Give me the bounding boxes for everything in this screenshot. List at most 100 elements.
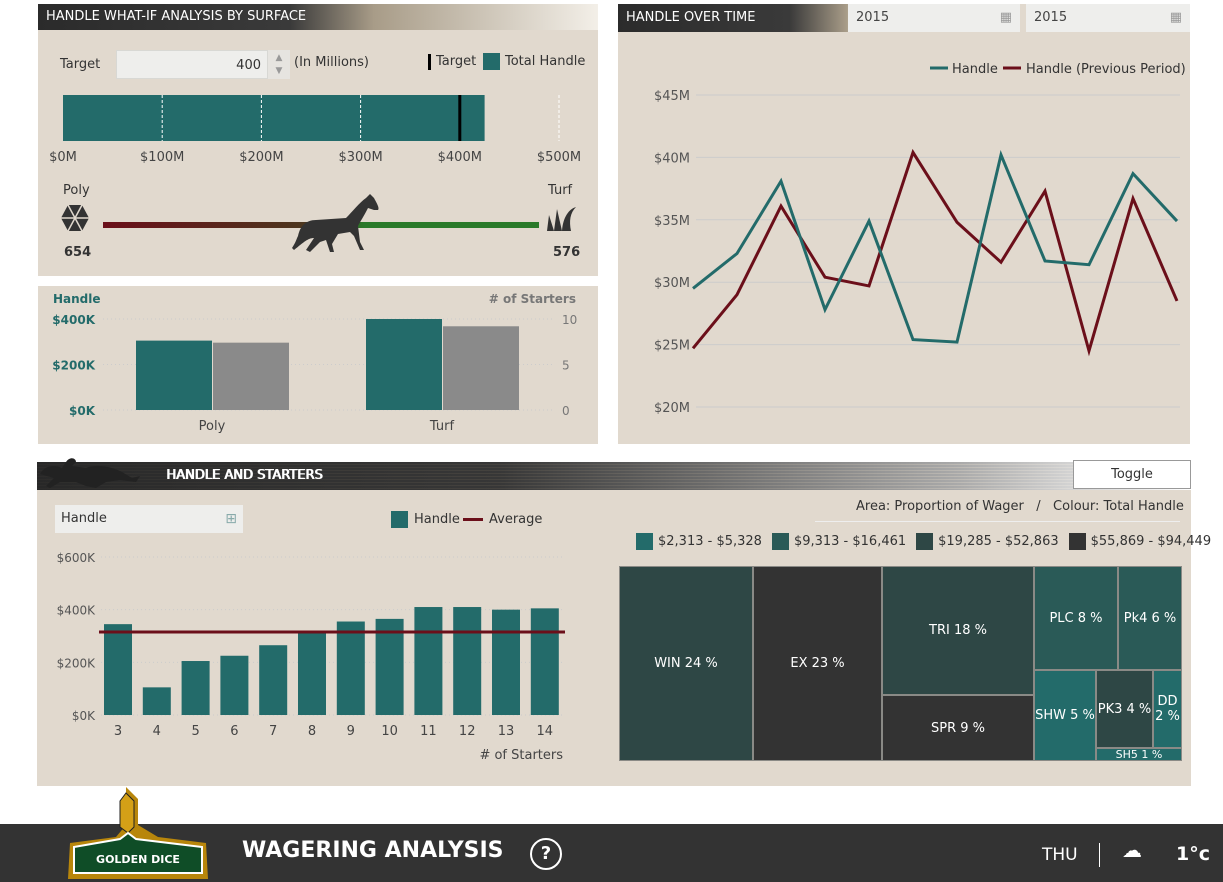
tick-label: $100M bbox=[140, 150, 184, 165]
app-title: WAGERING ANALYSIS bbox=[242, 838, 504, 863]
date-from: 2015 bbox=[856, 10, 890, 25]
starters-bar-chart: $600K $400K $200K $0K 3 4 5 6 7 8 9 10 11 12 13 14 # of … bbox=[57, 551, 565, 763]
handle-line bbox=[692, 150, 1179, 344]
treemap-legend: $2,313 - $5,328 $9,313 - $16,461 $19,285 -… bbox=[636, 533, 1211, 550]
legend-item: $2,313 - $5,328 bbox=[636, 533, 762, 550]
tick-label: 5 bbox=[562, 359, 570, 373]
treemap: WIN 24 % EX 23 % TRI 18 % SPR 9 % PLC 8 % Pk4… bbox=[619, 566, 1182, 761]
bar bbox=[142, 687, 171, 715]
tick-label: $35M bbox=[654, 214, 690, 229]
treemap-cell[interactable]: Pk4 6 % bbox=[1118, 566, 1182, 670]
toggle-button[interactable]: Toggle bbox=[1073, 460, 1191, 489]
starters-bar bbox=[213, 342, 289, 410]
horse-icon[interactable] bbox=[290, 192, 382, 256]
category-label: 10 bbox=[381, 724, 398, 739]
tick-label: $600K bbox=[57, 551, 97, 565]
bar bbox=[104, 624, 132, 715]
tick-label: $25M bbox=[654, 339, 690, 354]
treemap-cell[interactable]: WIN 24 % bbox=[619, 566, 753, 761]
legend-target-mark bbox=[428, 54, 431, 70]
target-spinner[interactable]: ▲ ▼ bbox=[268, 50, 290, 79]
poly-hexagon-icon bbox=[61, 204, 89, 232]
legend-handle: Handle bbox=[414, 512, 460, 527]
golden-dice-logo: GOLDEN DICE bbox=[68, 787, 208, 879]
bullet-chart: $0M $100M $200M $300M $400M $500M bbox=[49, 95, 581, 165]
category-label: 5 bbox=[191, 724, 199, 739]
treemap-cell[interactable]: EX 23 % bbox=[753, 566, 882, 761]
target-marker bbox=[458, 95, 462, 141]
bar bbox=[259, 645, 288, 715]
tick-label: $20M bbox=[654, 401, 690, 416]
tick-label: $400M bbox=[438, 150, 482, 165]
legend-handle-swatch bbox=[391, 511, 408, 528]
temperature: 1°c bbox=[1176, 843, 1210, 865]
bar bbox=[220, 655, 249, 715]
tick-label: $0K bbox=[69, 404, 96, 418]
date-from-input[interactable]: 2015 ▦ bbox=[848, 4, 1020, 32]
target-input[interactable]: 400 bbox=[116, 50, 268, 79]
legend-average-swatch bbox=[463, 518, 483, 521]
treemap-cell[interactable]: DD 2 % bbox=[1153, 670, 1182, 748]
help-button[interactable]: ? bbox=[530, 838, 562, 870]
legend-swatch bbox=[771, 533, 789, 550]
hierarchy-icon: ⊞ bbox=[225, 511, 237, 527]
treemap-cell[interactable]: TRI 18 % bbox=[882, 566, 1034, 695]
measure-value: Handle bbox=[61, 511, 107, 526]
previous-period-line bbox=[691, 148, 1179, 357]
legend-item: $55,869 - $94,449 bbox=[1068, 533, 1211, 550]
tick-label: $40M bbox=[654, 151, 690, 166]
legend-label: Handle (Previous Period) bbox=[1026, 62, 1186, 77]
treemap-caption: Area: Proportion of Wager / Colour: Tota… bbox=[856, 499, 1184, 514]
turf-grass-icon bbox=[547, 207, 576, 231]
category-label: 14 bbox=[537, 724, 554, 739]
category-label: 13 bbox=[498, 724, 515, 739]
measure-dropdown[interactable]: Handle ⊞ bbox=[55, 505, 243, 533]
snow-cloud-icon: ☁ bbox=[1122, 838, 1142, 862]
tick-label: $200K bbox=[52, 359, 95, 373]
starters-title-text: HANDLE AND STARTERS bbox=[167, 468, 324, 483]
date-to: 2015 bbox=[1034, 10, 1068, 25]
bar bbox=[453, 607, 482, 715]
legend-total-swatch bbox=[483, 53, 500, 70]
category-label: 8 bbox=[308, 724, 316, 739]
category-label: 11 bbox=[420, 724, 437, 739]
day-label: THU bbox=[1042, 845, 1078, 865]
legend-average: Average bbox=[489, 512, 543, 527]
jockey-horse-icon bbox=[40, 458, 140, 488]
over-time-line-chart: $45M $40M $35M $30M $25M $20M Handle Handle (Pr… bbox=[654, 62, 1186, 416]
tick-label: 0 bbox=[562, 404, 570, 418]
poly-value: 654 bbox=[64, 245, 92, 260]
legend-swatch bbox=[1068, 533, 1086, 550]
bar bbox=[492, 609, 520, 715]
tick-label: 10 bbox=[562, 313, 577, 327]
category-label: Poly bbox=[199, 419, 226, 434]
svg-text:GOLDEN DICE: GOLDEN DICE bbox=[96, 853, 180, 866]
handle-bar bbox=[136, 340, 212, 410]
treemap-cell[interactable]: PK3 4 % bbox=[1096, 670, 1153, 748]
bar bbox=[414, 607, 443, 715]
legend-label: Handle bbox=[952, 62, 998, 77]
calendar-icon[interactable]: ▦ bbox=[1000, 4, 1012, 32]
turf-value: 576 bbox=[553, 245, 581, 260]
turf-label: Turf bbox=[548, 183, 573, 198]
treemap-cell[interactable]: SH5 1 % bbox=[1096, 748, 1182, 761]
poly-label: Poly bbox=[63, 183, 90, 198]
total-handle-bar bbox=[63, 95, 485, 141]
treemap-cell[interactable]: PLC 8 % bbox=[1034, 566, 1118, 670]
treemap-cell[interactable]: SHW 5 % bbox=[1034, 670, 1096, 761]
treemap-cell[interactable]: SPR 9 % bbox=[882, 695, 1034, 761]
calendar-icon[interactable]: ▦ bbox=[1170, 4, 1182, 32]
category-label: 3 bbox=[114, 724, 122, 739]
category-label: 6 bbox=[230, 724, 238, 739]
legend-swatch bbox=[916, 533, 934, 550]
category-label: Turf bbox=[429, 419, 455, 434]
bar bbox=[298, 632, 326, 715]
legend-total: Total Handle bbox=[505, 54, 586, 69]
x-axis-title: # of Starters bbox=[479, 748, 563, 763]
starters-bar bbox=[443, 326, 519, 410]
date-to-input[interactable]: 2015 ▦ bbox=[1026, 4, 1190, 32]
category-label: 9 bbox=[347, 724, 355, 739]
tick-label: $0M bbox=[49, 150, 77, 165]
legend-target: Target bbox=[436, 54, 477, 69]
units-label: (In Millions) bbox=[294, 55, 369, 70]
